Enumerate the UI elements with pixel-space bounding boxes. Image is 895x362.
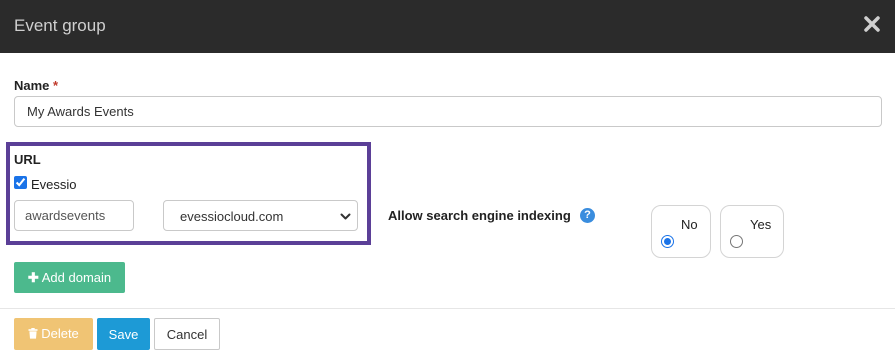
name-label-text: Name — [14, 78, 50, 93]
plus-icon: ✚ — [27, 269, 39, 285]
add-domain-label: Add domain — [41, 269, 112, 285]
save-button[interactable]: Save — [97, 318, 150, 350]
indexing-option-yes-label: Yes — [750, 217, 772, 232]
dialog-title: Event group — [14, 16, 106, 35]
close-icon[interactable] — [863, 15, 881, 33]
indexing-option-no[interactable]: No — [651, 205, 711, 258]
evessio-checkbox[interactable] — [14, 176, 27, 189]
question-circle-icon[interactable]: ? — [580, 208, 595, 223]
trash-icon — [28, 327, 38, 342]
domain-select-value: evessiocloud.com — [180, 209, 284, 224]
indexing-radio-yes[interactable] — [730, 235, 743, 248]
cancel-button[interactable]: Cancel — [154, 318, 220, 350]
chevron-down-icon — [340, 210, 351, 221]
indexing-radio-no[interactable] — [661, 235, 674, 248]
url-label: URL — [14, 152, 41, 167]
domain-select[interactable]: evessiocloud.com — [163, 200, 358, 231]
delete-button[interactable]: Delete — [14, 318, 93, 350]
dialog-header: Event group — [0, 0, 895, 53]
subdomain-input[interactable] — [14, 200, 134, 231]
indexing-option-yes[interactable]: Yes — [720, 205, 784, 258]
name-input[interactable] — [14, 96, 882, 127]
name-label: Name * — [14, 78, 58, 93]
required-marker: * — [53, 78, 59, 93]
indexing-option-no-label: No — [681, 217, 698, 232]
evessio-checkbox-label: Evessio — [31, 177, 77, 192]
footer-divider — [0, 308, 895, 309]
search-indexing-label: Allow search engine indexing — [388, 208, 571, 223]
add-domain-button[interactable]: ✚ Add domain — [14, 262, 125, 293]
delete-label: Delete — [41, 326, 79, 341]
